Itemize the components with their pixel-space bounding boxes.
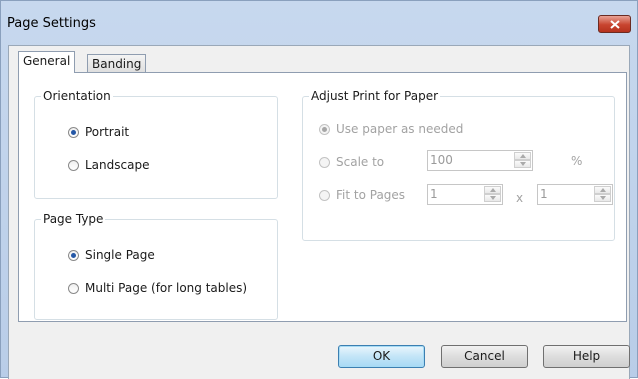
use-paper-radio-indicator[interactable]: [319, 123, 330, 135]
tab-general[interactable]: General: [18, 51, 76, 73]
arrow-up-icon: [520, 154, 526, 158]
single-page-radio[interactable]: Single Page: [68, 248, 155, 262]
scale-to-radio-indicator[interactable]: [319, 156, 330, 168]
use-paper-radio[interactable]: Use paper as needed: [319, 122, 463, 136]
portrait-label: Portrait: [85, 125, 130, 139]
fit-width-input[interactable]: 1: [427, 184, 503, 205]
orientation-group: Orientation: [34, 89, 278, 199]
fit-height-down-button[interactable]: [594, 194, 611, 202]
arrow-down-icon: [520, 162, 526, 166]
dialog-title: Page Settings: [7, 16, 96, 31]
landscape-radio[interactable]: Landscape: [68, 158, 149, 172]
portrait-radio[interactable]: Portrait: [68, 125, 129, 139]
scale-to-stepper[interactable]: [514, 152, 531, 169]
times-label: x: [516, 191, 524, 205]
use-paper-label: Use paper as needed: [336, 122, 464, 136]
landscape-radio-indicator[interactable]: [68, 159, 79, 171]
fit-height-up-button[interactable]: [594, 186, 611, 194]
help-button[interactable]: Help: [543, 345, 630, 368]
page-settings-dialog: Page Settings General Banding Orientatio…: [0, 0, 638, 379]
multi-page-label: Multi Page (for long tables): [85, 281, 248, 295]
fit-width-stepper[interactable]: [484, 186, 501, 203]
fit-width-down-button[interactable]: [484, 194, 501, 202]
cancel-button[interactable]: Cancel: [441, 345, 528, 368]
fit-width-value: 1: [430, 187, 438, 201]
fit-height-value: 1: [540, 187, 548, 201]
tab-banding[interactable]: Banding: [87, 54, 147, 74]
arrow-down-icon: [600, 196, 606, 200]
scale-to-input[interactable]: 100: [427, 150, 533, 171]
arrow-down-icon: [490, 196, 496, 200]
fit-to-pages-radio-indicator[interactable]: [319, 189, 330, 201]
title-bar[interactable]: Page Settings: [1, 1, 637, 45]
fit-to-pages-label: Fit to Pages: [336, 188, 406, 202]
fit-height-stepper[interactable]: [594, 186, 611, 203]
percent-label: %: [571, 154, 583, 168]
fit-height-input[interactable]: 1: [537, 184, 613, 205]
multi-page-radio-indicator[interactable]: [68, 282, 79, 294]
dialog-client: General Banding Orientation Portrait Lan…: [8, 45, 630, 379]
single-page-label: Single Page: [85, 248, 155, 262]
fit-width-up-button[interactable]: [484, 186, 501, 194]
arrow-up-icon: [490, 188, 496, 192]
arrow-up-icon: [600, 188, 606, 192]
multi-page-radio[interactable]: Multi Page (for long tables): [68, 281, 247, 295]
page-type-group: Page Type: [34, 212, 278, 320]
single-page-radio-indicator[interactable]: [68, 249, 79, 261]
scale-to-radio[interactable]: Scale to: [319, 155, 384, 169]
adjust-print-label: Adjust Print for Paper: [309, 89, 441, 103]
fit-to-pages-radio[interactable]: Fit to Pages: [319, 188, 405, 202]
scale-to-label: Scale to: [336, 155, 385, 169]
scale-down-button[interactable]: [514, 160, 531, 168]
general-tab-panel: Orientation Portrait Landscape Page Type…: [18, 72, 627, 322]
landscape-label: Landscape: [85, 158, 150, 172]
scale-to-value: 100: [430, 153, 453, 167]
orientation-label: Orientation: [41, 89, 113, 103]
ok-button[interactable]: OK: [338, 345, 425, 368]
close-icon: [610, 20, 620, 29]
portrait-radio-indicator[interactable]: [68, 126, 79, 138]
scale-up-button[interactable]: [514, 152, 531, 160]
page-type-label: Page Type: [41, 212, 106, 226]
close-button[interactable]: [598, 15, 631, 33]
